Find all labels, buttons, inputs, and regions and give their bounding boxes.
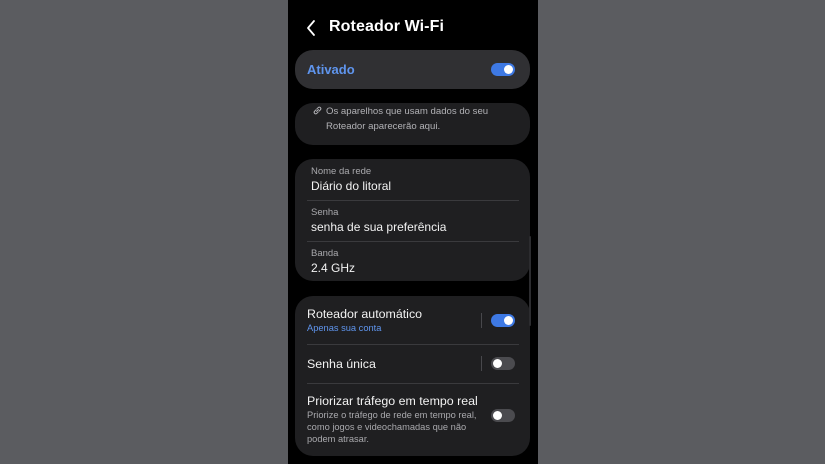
one-time-password-toggle[interactable]	[491, 357, 515, 370]
devices-message-line1: Os aparelhos que usam dados do seu	[326, 106, 489, 117]
options-card: Roteador automático Apenas sua conta Sen…	[295, 296, 530, 456]
auto-hotspot-row[interactable]: Roteador automático Apenas sua conta	[295, 296, 530, 344]
vertical-separator	[481, 313, 482, 328]
description-line: Priorize o tráfego de rede em tempo real…	[307, 410, 477, 420]
page-title: Roteador Wi-Fi	[329, 18, 445, 35]
toggle-knob	[504, 65, 513, 74]
toggle-knob	[493, 359, 502, 368]
band-label: Banda	[311, 248, 339, 259]
description-line: como jogos e videochamadas que não	[307, 422, 467, 433]
devices-message-line2: Roteador aparecerão aqui.	[326, 121, 441, 132]
network-name-label: Nome da rede	[311, 166, 372, 177]
password-label: Senha	[311, 207, 339, 218]
phone-screen: Roteador Wi-Fi Ativado Os aparelhos que …	[288, 0, 538, 464]
one-time-password-title: Senha única	[307, 357, 376, 371]
auto-hotspot-toggle[interactable]	[491, 314, 515, 327]
network-name-value: Diário do litoral	[311, 179, 392, 193]
prioritize-realtime-title: Priorizar tráfego em tempo real	[307, 394, 478, 408]
master-toggle[interactable]	[491, 63, 515, 76]
prioritize-realtime-description: Priorize o tráfego de rede em tempo real…	[307, 409, 482, 446]
app-bar: Roteador Wi-Fi	[288, 0, 538, 52]
prioritize-realtime-toggle[interactable]	[491, 409, 515, 422]
auto-hotspot-subtitle: Apenas sua conta	[307, 323, 382, 333]
one-time-password-row[interactable]: Senha única	[295, 345, 530, 383]
description-line: podem atrasar.	[307, 434, 370, 445]
network-settings-card: Nome da rede Diário do litoral Senha sen…	[295, 159, 530, 281]
password-value: senha de sua preferência	[311, 220, 447, 234]
master-switch-label: Ativado	[307, 62, 355, 77]
scrollbar[interactable]	[529, 236, 531, 326]
band-field[interactable]: Banda 2.4 GHz	[311, 241, 523, 281]
chevron-left-icon	[307, 20, 315, 36]
toggle-knob	[493, 411, 502, 420]
auto-hotspot-title: Roteador automático	[307, 307, 423, 321]
link-icon	[313, 106, 322, 115]
connected-devices-card: Os aparelhos que usam dados do seu Rotea…	[295, 103, 530, 145]
back-button[interactable]	[302, 16, 322, 40]
band-value: 2.4 GHz	[311, 261, 356, 275]
prioritize-realtime-row[interactable]: Priorizar tráfego em tempo real Priorize…	[295, 384, 530, 452]
password-field[interactable]: Senha senha de sua preferência	[311, 200, 523, 240]
master-switch-card[interactable]: Ativado	[295, 50, 530, 89]
network-name-field[interactable]: Nome da rede Diário do litoral	[311, 159, 523, 199]
vertical-separator	[481, 356, 482, 371]
toggle-knob	[504, 316, 513, 325]
connected-devices-message: Os aparelhos que usam dados do seu Rotea…	[326, 104, 516, 134]
